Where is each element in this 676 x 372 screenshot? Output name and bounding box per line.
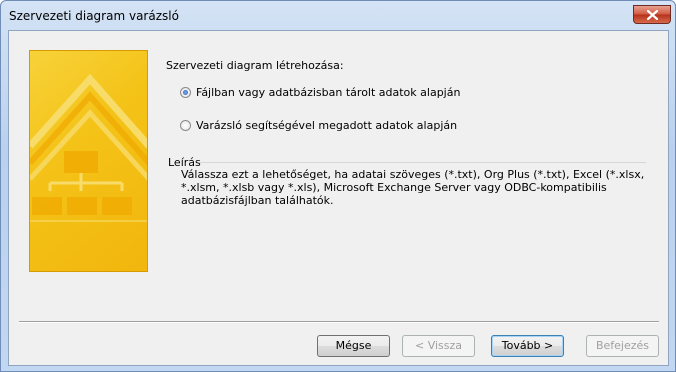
radio-wizard-data[interactable] xyxy=(180,120,191,131)
finish-button[interactable]: Befejezés xyxy=(586,335,659,357)
button-separator xyxy=(19,321,659,323)
section-heading: Szervezeti diagram létrehozása: xyxy=(166,59,344,72)
wizard-banner xyxy=(29,50,148,272)
wizard-window: Szervezeti diagram varázsló Szervezeti d… xyxy=(0,0,676,372)
org-chart-illustration xyxy=(30,73,147,222)
close-icon xyxy=(647,10,658,20)
option-file-data-label[interactable]: Fájlban vagy adatbázisban tárolt adatok … xyxy=(196,86,460,99)
back-button[interactable]: < Vissza xyxy=(402,335,475,357)
title-bar[interactable]: Szervezeti diagram varázsló xyxy=(1,1,675,31)
description-text: Válassza ezt a lehetőséget, ha adatai sz… xyxy=(181,168,645,207)
option-wizard-data-label[interactable]: Varázsló segítségével megadott adatok al… xyxy=(196,119,457,132)
window-title: Szervezeti diagram varázsló xyxy=(9,9,179,23)
next-button[interactable]: Tovább > xyxy=(491,335,564,357)
radio-file-data[interactable] xyxy=(180,87,191,98)
close-button[interactable] xyxy=(633,5,671,24)
description-divider xyxy=(199,162,646,163)
cancel-button[interactable]: Mégse xyxy=(317,335,390,357)
